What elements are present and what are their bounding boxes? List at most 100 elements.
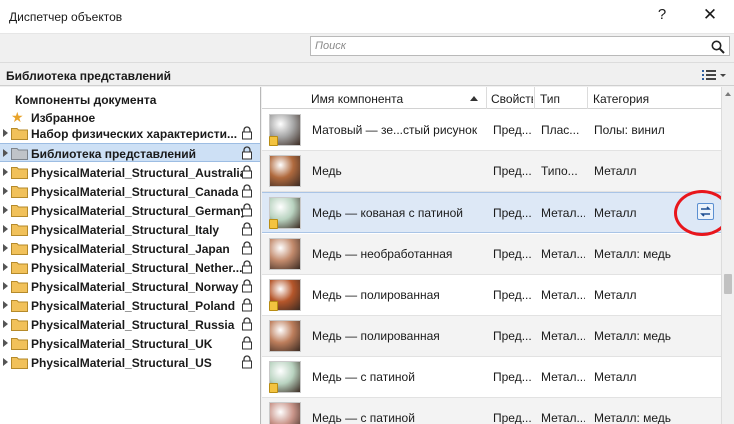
cell-type: Метал... (541, 247, 585, 261)
cell-name: Медь (312, 164, 342, 178)
replace-material-button[interactable] (697, 203, 714, 220)
tree-item-label: Набор физических характеристи... (31, 127, 238, 141)
tree-item-germany[interactable]: PhysicalMaterial_Structural_Germany (0, 201, 260, 220)
lock-icon (242, 241, 252, 255)
library-label: Библиотека представлений (6, 69, 172, 83)
view-options-icon[interactable] (700, 67, 728, 83)
cell-name: Медь — кованая с патиной (312, 206, 464, 220)
grid-header: Имя компонента Свойства Тип Категория (262, 87, 721, 109)
tree-item-uk[interactable]: PhysicalMaterial_Structural_UK (0, 334, 260, 353)
cell-name: Медь — с патиной (312, 370, 415, 384)
table-row[interactable]: Медь — с патиной Пред... Метал... Металл: м… (262, 398, 721, 424)
search-icon[interactable] (711, 40, 725, 54)
lock-icon (242, 184, 252, 198)
cell-type: Метал... (541, 329, 585, 343)
folder-icon (11, 281, 28, 293)
library-tree: Компоненты документа ★ Избранное Набор ф… (0, 87, 261, 424)
folder-icon (11, 338, 28, 350)
cell-name: Матовый — зе...стый рисунок (312, 123, 478, 137)
material-thumbnail (269, 155, 301, 187)
expand-arrow-icon[interactable] (3, 168, 8, 176)
component-grid: Имя компонента Свойства Тип Категория Ма… (262, 87, 721, 424)
expand-arrow-icon[interactable] (3, 358, 8, 366)
tree-item-australia[interactable]: PhysicalMaterial_Structural_Australia (0, 163, 260, 182)
expand-arrow-icon[interactable] (3, 206, 8, 214)
tree-item-poland[interactable]: PhysicalMaterial_Structural_Poland (0, 296, 260, 315)
cell-properties: Пред... (493, 247, 531, 261)
title-bar: Диспетчер объектов ? ✕ (0, 0, 734, 34)
tree-item-label: Избранное (31, 111, 96, 125)
tree-item-label: PhysicalMaterial_Structural_Russia (31, 318, 235, 332)
cell-properties: Пред... (493, 411, 531, 424)
table-row[interactable]: Медь — необработанная Пред... Метал... Мета… (262, 234, 721, 275)
cell-category: Металл (594, 288, 637, 302)
expand-arrow-icon[interactable] (3, 263, 8, 271)
tree-item-canada[interactable]: PhysicalMaterial_Structural_Canada (0, 182, 260, 201)
cell-properties: Пред... (493, 288, 531, 302)
cell-category: Металл: медь (594, 329, 672, 343)
expand-arrow-icon[interactable] (3, 225, 8, 233)
tree-item-norway[interactable]: PhysicalMaterial_Structural_Norway (0, 277, 260, 296)
tree-item-netherlands[interactable]: PhysicalMaterial_Structural_Nether... (0, 258, 260, 277)
expand-arrow-icon[interactable] (3, 339, 8, 347)
warning-badge-icon (269, 136, 278, 146)
library-header: Библиотека представлений (0, 62, 734, 86)
search-bar (0, 34, 734, 60)
cell-category: Металл: медь (594, 411, 672, 424)
lock-icon (242, 355, 252, 369)
lock-icon (242, 203, 252, 217)
folder-icon (11, 319, 28, 331)
cell-category: Металл: медь (594, 247, 672, 261)
scrollbar-thumb[interactable] (724, 274, 732, 294)
column-separator[interactable] (486, 87, 487, 109)
help-button[interactable]: ? (652, 6, 672, 23)
vertical-scrollbar[interactable] (721, 87, 734, 424)
tree-item-us[interactable]: PhysicalMaterial_Structural_US (0, 353, 260, 372)
tree-item-label: PhysicalMaterial_Structural_US (31, 356, 212, 370)
tree-item-appearance-library[interactable]: Библиотека представлений (0, 143, 260, 162)
column-separator[interactable] (587, 87, 588, 109)
expand-arrow-icon[interactable] (3, 282, 8, 290)
cell-type: Метал... (541, 288, 585, 302)
cell-name: Медь — полированная (312, 329, 440, 343)
scroll-up-icon[interactable] (725, 92, 731, 96)
column-header-properties[interactable]: Свойства (491, 92, 533, 106)
expand-arrow-icon[interactable] (3, 301, 8, 309)
cell-properties: Пред... (493, 329, 531, 343)
warning-badge-icon (269, 383, 278, 393)
cell-category: Металл (594, 370, 637, 384)
close-button[interactable]: ✕ (700, 5, 720, 25)
tree-item-document-components[interactable]: Компоненты документа (0, 90, 260, 109)
table-row[interactable]: Медь Пред... Типо... Металл (262, 151, 721, 192)
tree-item-physical-set[interactable]: Набор физических характеристи... (0, 124, 260, 143)
tree-item-italy[interactable]: PhysicalMaterial_Structural_Italy (0, 220, 260, 239)
expand-arrow-icon[interactable] (3, 244, 8, 252)
search-input[interactable] (310, 36, 730, 56)
table-row[interactable]: Медь — кованая с патиной Пред... Метал... М… (262, 192, 721, 233)
tree-item-japan[interactable]: PhysicalMaterial_Structural_Japan (0, 239, 260, 258)
warning-badge-icon (269, 301, 278, 311)
lock-icon (242, 317, 252, 331)
folder-icon (11, 128, 28, 140)
tree-item-russia[interactable]: PhysicalMaterial_Structural_Russia (0, 315, 260, 334)
expand-arrow-icon[interactable] (3, 320, 8, 328)
lock-icon (242, 298, 252, 312)
expand-arrow-icon[interactable] (3, 149, 8, 157)
column-header-category[interactable]: Категория (593, 92, 649, 106)
expand-arrow-icon[interactable] (3, 187, 8, 195)
cell-category: Металл (594, 164, 637, 178)
column-header-type[interactable]: Тип (540, 92, 560, 106)
cell-category: Полы: винил (594, 123, 665, 137)
column-header-name[interactable]: Имя компонента (311, 92, 403, 106)
sort-ascending-icon (470, 96, 478, 101)
table-row[interactable]: Медь — полированная Пред... Метал... Металл (262, 275, 721, 316)
cell-properties: Пред... (493, 206, 531, 220)
expand-arrow-icon[interactable] (3, 129, 8, 137)
table-row[interactable]: Медь — с патиной Пред... Метал... Металл (262, 357, 721, 398)
cell-type: Метал... (541, 370, 585, 384)
column-separator[interactable] (534, 87, 535, 109)
table-row[interactable]: Медь — полированная Пред... Метал... Металл… (262, 316, 721, 357)
table-row[interactable]: Матовый — зе...стый рисунок Пред... Плас..… (262, 110, 721, 151)
tree-item-label: PhysicalMaterial_Structural_Nether... (31, 261, 243, 275)
tree-item-label: PhysicalMaterial_Structural_Australia (31, 166, 247, 180)
